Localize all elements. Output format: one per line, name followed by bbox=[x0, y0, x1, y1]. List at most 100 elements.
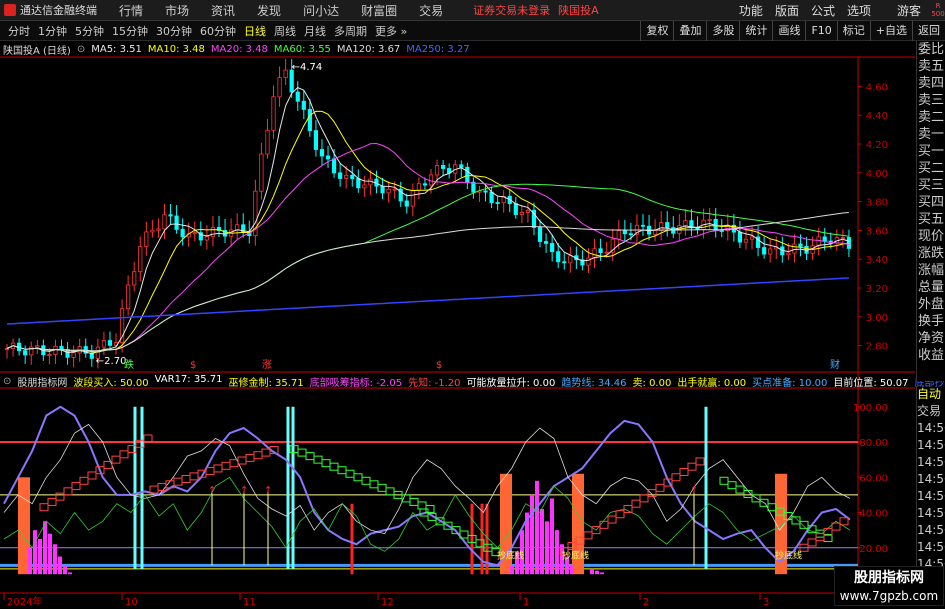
candle bbox=[495, 202, 500, 204]
candle bbox=[816, 236, 821, 247]
candle bbox=[592, 248, 597, 259]
sidebar-item-7[interactable]: 买二 bbox=[917, 160, 945, 177]
ma-line bbox=[6, 183, 849, 352]
candle bbox=[616, 230, 621, 240]
time-tick: 2 bbox=[643, 597, 649, 608]
histogram-bar bbox=[590, 568, 594, 575]
sidebar-item-1[interactable]: 卖五 bbox=[917, 58, 945, 75]
histogram-bar bbox=[28, 547, 32, 575]
watermark-title: 股朋指标网 bbox=[854, 570, 924, 586]
candle bbox=[762, 247, 767, 255]
indicator-value-8: 出手就赢: 0.00 bbox=[677, 377, 747, 389]
candle bbox=[289, 69, 294, 93]
candle bbox=[59, 346, 64, 350]
histogram-bar bbox=[535, 480, 539, 575]
price-tick: 3.40 bbox=[866, 255, 888, 266]
indicator-name[interactable]: 股朋指标网 bbox=[17, 374, 67, 389]
candle bbox=[459, 164, 464, 168]
candle bbox=[168, 214, 173, 217]
candle bbox=[156, 228, 161, 231]
event-mark[interactable]: 涨 bbox=[262, 359, 272, 371]
time-tick: 10 bbox=[125, 597, 138, 608]
candle bbox=[301, 100, 306, 110]
indicator-value-5: 可能放量拉升: 0.00 bbox=[466, 377, 556, 389]
candle bbox=[846, 237, 852, 249]
sidebar-item-9[interactable]: 买四 bbox=[917, 194, 945, 211]
sidebar-item-12[interactable]: 涨跌 bbox=[917, 245, 945, 262]
watermark-url: www.7gpzb.com bbox=[839, 589, 939, 603]
candle bbox=[428, 174, 434, 186]
candle bbox=[350, 174, 355, 179]
sidebar-item-0[interactable]: 委比 bbox=[917, 41, 945, 58]
sidebar-item-18[interactable]: 收益 bbox=[917, 347, 945, 364]
candle bbox=[192, 232, 197, 235]
svg-text:↑: ↑ bbox=[264, 485, 272, 496]
sidebar-item-14[interactable]: 总量 bbox=[917, 279, 945, 296]
candle bbox=[489, 191, 494, 203]
candle bbox=[604, 251, 609, 254]
price-tick: 3.80 bbox=[866, 198, 888, 209]
sidebar-item-5[interactable]: 卖一 bbox=[917, 126, 945, 143]
indicator-tick: 60.00 bbox=[859, 473, 888, 484]
candle bbox=[126, 284, 131, 310]
time-tick: 12 bbox=[381, 597, 394, 608]
trade-tab-0[interactable]: 自动 bbox=[917, 386, 945, 403]
indicator-value-4: 先知: -1.20 bbox=[408, 377, 461, 389]
candle bbox=[386, 188, 391, 194]
candle bbox=[683, 220, 688, 227]
histogram-bar bbox=[33, 530, 37, 575]
candle bbox=[562, 261, 567, 264]
sidebar-item-6[interactable]: 买一 bbox=[917, 143, 945, 160]
event-mark[interactable]: 财 bbox=[830, 358, 840, 371]
sidebar-item-16[interactable]: 换手 bbox=[917, 313, 945, 330]
candle bbox=[331, 158, 337, 174]
candle bbox=[537, 227, 543, 242]
indicator-value-6: 趋势线: 34.46 bbox=[561, 377, 627, 389]
candle bbox=[598, 248, 603, 253]
price-tick: 2.80 bbox=[866, 342, 888, 353]
candle bbox=[307, 109, 312, 132]
indicator-tick: 100.00 bbox=[853, 403, 888, 414]
chart-canvas[interactable]: 4.60 4.40 4.20 4.00 3.80 3.60 3.40 3.20 3.00 2.80… bbox=[0, 0, 945, 609]
sidebar-item-11[interactable]: 现价 bbox=[917, 228, 945, 245]
candle bbox=[743, 238, 749, 243]
candle bbox=[283, 69, 288, 79]
candle bbox=[653, 229, 658, 235]
sidebar-item-10[interactable]: 买五 bbox=[917, 211, 945, 228]
histogram-bar bbox=[510, 565, 514, 575]
time-tick: 1 bbox=[523, 597, 529, 608]
time-tick: 11 bbox=[243, 597, 256, 608]
trade-tab-1[interactable]: 交易 bbox=[917, 403, 945, 420]
sidebar-item-8[interactable]: 买三 bbox=[917, 177, 945, 194]
event-mark[interactable]: $ bbox=[190, 360, 196, 371]
indicator-line bbox=[3, 476, 851, 552]
candle bbox=[47, 354, 52, 356]
candle bbox=[586, 257, 591, 266]
candle bbox=[519, 212, 524, 215]
candle bbox=[822, 236, 827, 242]
candle bbox=[556, 251, 561, 263]
sidebar-item-3[interactable]: 卖三 bbox=[917, 92, 945, 109]
sidebar-item-17[interactable]: 净资 bbox=[917, 330, 945, 347]
indicator-value-9: 买点准备: 10.00 bbox=[752, 377, 828, 389]
histogram-bar bbox=[63, 565, 67, 575]
indicator-tick: 20.00 bbox=[859, 544, 888, 555]
sidebar-item-13[interactable]: 涨幅 bbox=[917, 262, 945, 279]
event-mark[interactable]: $ bbox=[436, 360, 442, 371]
trade-time-7: 14:56 bbox=[917, 540, 945, 554]
event-mark[interactable]: 跌 bbox=[124, 358, 134, 371]
sidebar-item-4[interactable]: 卖二 bbox=[917, 109, 945, 126]
histogram-bar bbox=[53, 544, 57, 575]
candle bbox=[568, 255, 573, 264]
candle bbox=[180, 229, 185, 238]
price-tick: 4.00 bbox=[866, 169, 888, 180]
indicator-header: ⊙ 股朋指标网 波段买入: 50.00 VAR17: 35.71 巫修金制: 35.… bbox=[0, 374, 945, 389]
candle bbox=[665, 222, 670, 228]
indicator-value-3: 底部吸筹指标: -2.05 bbox=[309, 377, 403, 389]
sidebar-item-15[interactable]: 外盘 bbox=[917, 296, 945, 313]
indicator-value-0: 波段买入: 50.00 bbox=[73, 377, 149, 389]
settings-icon[interactable]: ⊙ bbox=[3, 376, 11, 387]
sidebar-item-2[interactable]: 卖四 bbox=[917, 75, 945, 92]
indicator-tick: 40.00 bbox=[859, 509, 888, 520]
ma-line bbox=[6, 87, 850, 355]
